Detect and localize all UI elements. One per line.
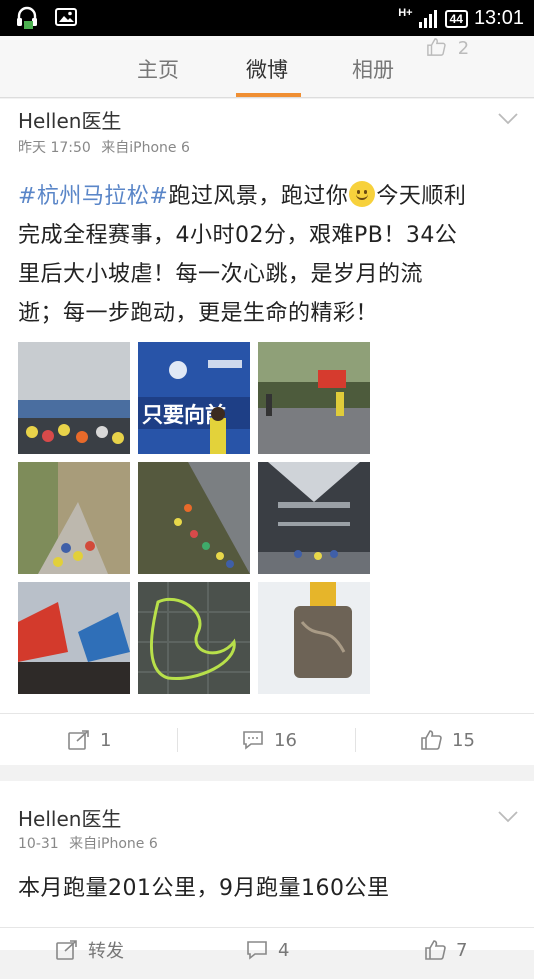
repost-icon	[56, 940, 77, 960]
post-text-line: 跑过风景，跑过你	[168, 184, 349, 209]
status-bar: H+ 44 13:01	[0, 0, 534, 36]
comment-count: 16	[274, 729, 297, 751]
active-tab-indicator	[236, 93, 301, 97]
battery-level: 44	[449, 11, 463, 26]
post-text-line: 今天顺利	[376, 184, 467, 209]
repost-button[interactable]: 1	[68, 714, 111, 766]
photo-thumbnail[interactable]	[138, 582, 250, 694]
repost-icon	[68, 730, 89, 750]
repost-button[interactable]: 转发	[56, 924, 124, 976]
post-action-bar: 1 16 15	[0, 713, 534, 765]
network-type: H+	[398, 7, 413, 19]
gallery-icon	[55, 8, 77, 26]
post-source: 来自iPhone 6	[101, 140, 190, 156]
post-meta: 昨天 17:50 来自iPhone 6	[18, 137, 190, 157]
photo-thumbnail[interactable]	[18, 582, 130, 694]
profile-tab-bar: 2 主页 微博 相册	[0, 36, 534, 98]
photo-thumbnail[interactable]	[258, 462, 370, 574]
comment-icon	[243, 731, 263, 750]
post-time: 昨天 17:50	[18, 140, 91, 156]
photo-thumbnail[interactable]: 只要向前	[138, 342, 250, 454]
chevron-down-icon[interactable]	[498, 113, 518, 125]
post-time: 10-31	[18, 836, 59, 852]
like-button[interactable]: 15	[420, 714, 475, 766]
post-meta: 10-31 来自iPhone 6	[18, 833, 158, 853]
like-button[interactable]: 7	[424, 924, 467, 976]
comment-button[interactable]: 16	[242, 714, 297, 766]
repost-label: 转发	[88, 941, 124, 962]
tab-album[interactable]: 相册	[352, 54, 394, 84]
battery-icon: 44	[444, 9, 468, 28]
hashtag-link[interactable]: #杭州马拉松#	[18, 184, 168, 209]
divider	[355, 728, 356, 752]
post-text: 本月跑量201公里，9月跑量160公里	[18, 876, 390, 901]
thumbs-up-icon	[427, 38, 446, 56]
photo-thumbnail[interactable]	[258, 582, 370, 694]
like-count: 15	[452, 729, 475, 751]
headset-icon	[17, 6, 37, 29]
post-text: #杭州马拉松#跑过风景，跑过你 今天顺利 完成全程赛事，4小时02分，艰难PB！3…	[18, 177, 518, 333]
faded-like-count: 2	[426, 38, 469, 59]
comment-count: 4	[278, 939, 290, 961]
photo-thumbnail[interactable]	[138, 462, 250, 574]
post-text-line: 逝；每一步跑动，更是生命的精彩！	[18, 301, 379, 326]
comment-icon	[247, 941, 267, 960]
signal-icon	[418, 9, 437, 28]
post-source: 来自iPhone 6	[69, 836, 158, 852]
thumbs-up-icon	[421, 730, 442, 750]
post-text-line: 完成全程赛事，4小时02分，艰难PB！34公	[18, 223, 458, 248]
thumbs-up-icon	[425, 940, 446, 960]
chevron-down-icon[interactable]	[498, 811, 518, 823]
post-author[interactable]: Hellen医生	[18, 803, 121, 832]
divider	[177, 728, 178, 752]
smile-emoji-icon	[349, 181, 376, 207]
photo-thumbnail[interactable]	[18, 462, 130, 574]
tab-home[interactable]: 主页	[137, 54, 179, 84]
post-card[interactable]: Hellen医生 10-31 来自iPhone 6 本月跑量201公里，9月跑量…	[0, 781, 534, 962]
clock: 13:01	[473, 7, 524, 29]
repost-count: 1	[100, 729, 112, 751]
faded-like-number: 2	[457, 38, 470, 59]
like-count: 7	[456, 939, 468, 961]
post-author[interactable]: Hellen医生	[18, 105, 121, 134]
tab-weibo[interactable]: 微博	[246, 54, 288, 84]
photo-thumbnail[interactable]	[258, 342, 370, 454]
comment-button[interactable]: 4	[246, 924, 289, 976]
post-action-bar: 转发 4 7	[0, 927, 534, 979]
photo-thumbnail[interactable]	[18, 342, 130, 454]
post-card[interactable]: Hellen医生 昨天 17:50 来自iPhone 6 #杭州马拉松#跑过风景…	[0, 99, 534, 765]
post-text-line: 里后大小坡虐！每一次心跳，是岁月的流	[18, 262, 424, 287]
